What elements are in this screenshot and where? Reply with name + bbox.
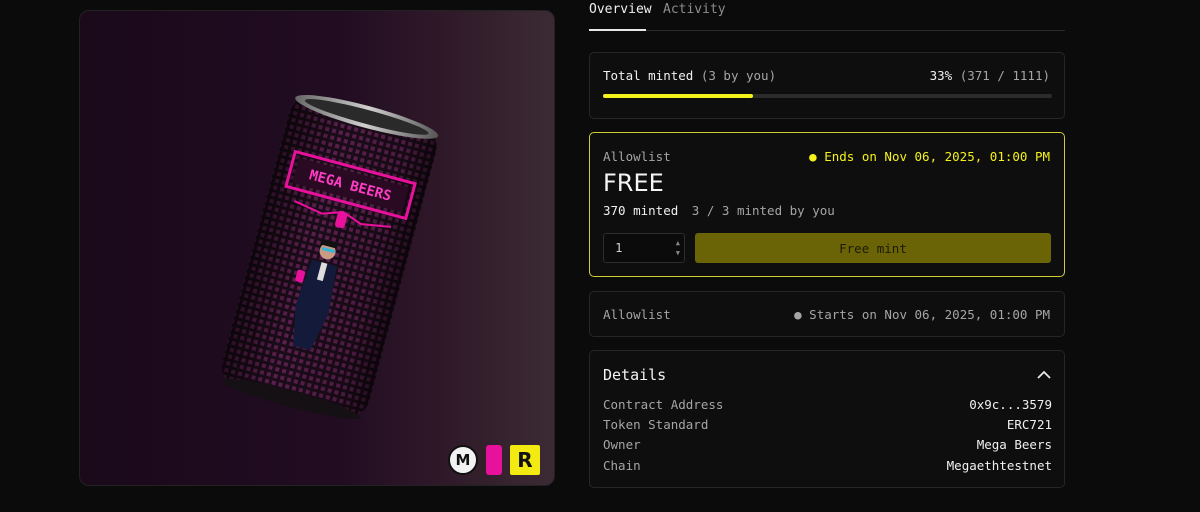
contract-address-link[interactable]: 0x9c...3579 — [969, 397, 1052, 412]
progress-fill — [603, 94, 753, 98]
detail-key: Owner — [603, 437, 641, 452]
detail-value: ERC721 — [1006, 417, 1052, 432]
percent-text: 33% — [929, 68, 953, 83]
quantity-stepper[interactable]: 1 ▲ ▼ — [603, 233, 685, 263]
quantity-value: 1 — [615, 240, 623, 255]
upcoming-stage-name: Allowlist — [603, 307, 671, 322]
beer-can-image: MEGA BEERS — [221, 94, 439, 420]
nft-artwork: MEGA BEERS M R — [79, 10, 555, 486]
details-panel: Details Contract Address 0x9c...3579 Tok… — [589, 350, 1065, 488]
stage-end-time: ● Ends on Nov 06, 2025, 01:00 PM — [809, 149, 1050, 164]
details-title: Details — [603, 366, 667, 384]
stage-minted-info: 370 minted 3 / 3 minted by you — [603, 203, 835, 218]
owner-link[interactable]: Mega Beers — [977, 437, 1052, 452]
pink-logo-icon — [486, 445, 502, 475]
stepper-arrows[interactable]: ▲ ▼ — [676, 238, 680, 258]
stage-minted-by-you: 3 / 3 minted by you — [691, 203, 835, 218]
mint-percentage: 33% (371 / 1111) — [930, 68, 1050, 83]
chevron-down-icon[interactable]: ▼ — [676, 248, 680, 258]
m-logo-icon: M — [448, 445, 478, 475]
tab-overview[interactable]: Overview — [589, 2, 652, 17]
chevron-up-icon[interactable]: ▲ — [676, 238, 680, 248]
tab-bar: Overview Activity — [589, 0, 1065, 31]
active-mint-stage: Allowlist ● Ends on Nov 06, 2025, 01:00 … — [589, 132, 1065, 277]
count-text: (371 / 1111) — [959, 68, 1050, 83]
total-minted-label: Total minted (3 by you) — [603, 68, 776, 83]
minted-by-you-text: (3 by you) — [700, 68, 777, 83]
detail-key: Token Standard — [603, 417, 709, 432]
detail-key: Chain — [603, 458, 641, 473]
mint-progress-panel: Total minted (3 by you) 33% (371 / 1111) — [589, 52, 1065, 119]
free-mint-button[interactable]: Free mint — [695, 233, 1051, 263]
stage-name: Allowlist — [603, 149, 671, 164]
r-logo-icon: R — [510, 445, 540, 475]
upcoming-stage-start-time: ● Starts on Nov 06, 2025, 01:00 PM — [794, 307, 1050, 322]
total-minted-text: Total minted — [603, 68, 694, 83]
chevron-up-icon[interactable] — [1036, 369, 1052, 381]
progress-track — [603, 94, 1052, 98]
platform-badges: M R — [448, 445, 540, 475]
tab-activity[interactable]: Activity — [663, 2, 726, 17]
detail-value: Megaethtestnet — [946, 458, 1052, 473]
upcoming-mint-stage[interactable]: Allowlist ● Starts on Nov 06, 2025, 01:0… — [589, 291, 1065, 337]
active-tab-indicator — [589, 29, 646, 31]
mint-price: FREE — [603, 169, 664, 197]
stage-minted-count: 370 minted — [603, 203, 679, 218]
detail-key: Contract Address — [603, 397, 724, 412]
